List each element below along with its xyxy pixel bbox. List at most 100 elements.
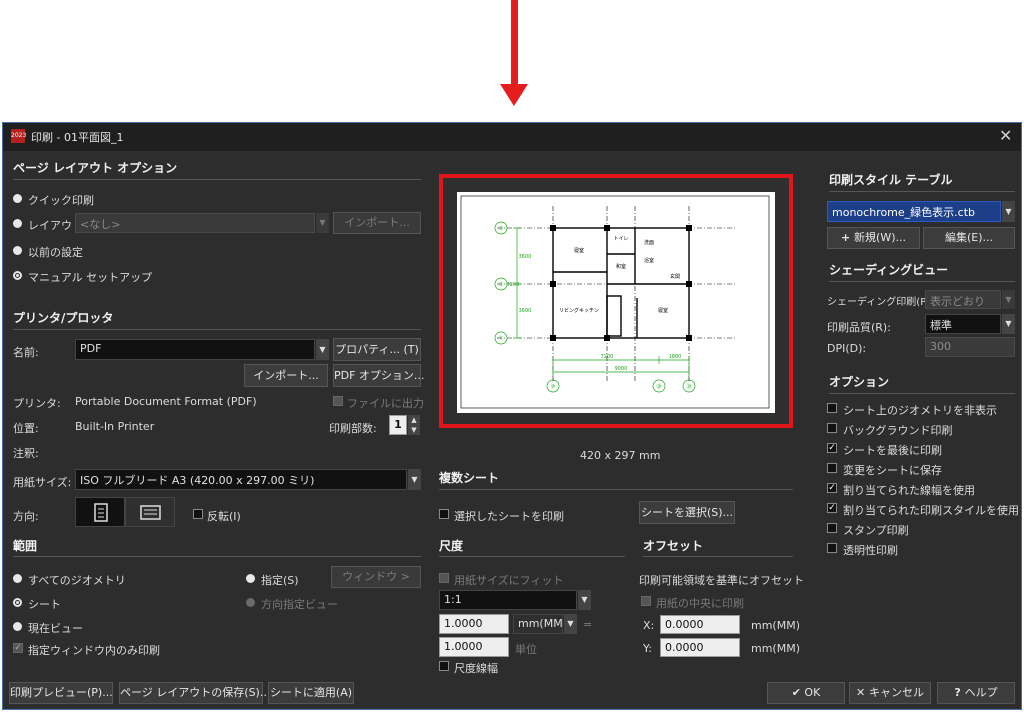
window-button[interactable]: ウィンドウ > [331, 566, 421, 588]
sheet-label: シート [28, 598, 61, 611]
all-geometry-radio[interactable] [13, 574, 22, 583]
chevron-down-icon[interactable]: ▼ [1001, 314, 1015, 334]
layout-import-button[interactable]: インポート... [333, 212, 421, 234]
previous-settings-radio[interactable] [13, 246, 22, 255]
separator [439, 556, 625, 557]
location-value: Built-In Printer [75, 420, 155, 433]
properties-button[interactable]: プロパティ... (T) [333, 338, 421, 361]
pdf-options-button[interactable]: PDF オプション... [333, 364, 424, 387]
fit-to-paper-checkbox[interactable] [439, 573, 449, 583]
option-checkbox[interactable]: ✓ [827, 503, 837, 513]
printer-label: プリンタ: [13, 397, 61, 410]
new-style-button[interactable]: + 新規(W)... [827, 227, 920, 249]
window-only-checkbox[interactable]: ✓ [13, 643, 23, 653]
scale-lineweight-checkbox[interactable] [439, 661, 449, 671]
center-on-paper-checkbox[interactable] [641, 596, 651, 606]
chevron-down-icon[interactable]: ▼ [1001, 201, 1015, 222]
title-bar: 2023 印刷 - 01平面図_1 ✕ [3, 123, 1021, 151]
chevron-down-icon[interactable]: ▼ [563, 614, 577, 634]
chevron-down-icon[interactable]: ▼ [1001, 290, 1015, 309]
print-preview-button[interactable]: 印刷プレビュー(P)... [9, 682, 113, 704]
check-icon: ✔ [791, 686, 805, 699]
chevron-down-icon[interactable]: ▼ [315, 213, 329, 233]
cancel-label: キャンセル [869, 686, 925, 699]
portrait-button[interactable] [75, 497, 125, 527]
print-selected-checkbox[interactable] [439, 509, 449, 519]
dimension-label: 3600 [519, 308, 532, 314]
save-layout-button[interactable]: ページ レイアウトの保存(S)... [119, 682, 270, 704]
specified-radio[interactable] [246, 574, 255, 583]
paper-size-select[interactable]: ISO フルブリード A3 (420.00 x 297.00 ミリ) [75, 469, 407, 490]
direction-view-radio[interactable] [246, 598, 255, 607]
select-sheets-button[interactable]: シートを選択(S)... [639, 501, 735, 524]
paper-dimensions: 420 x 297 mm [580, 449, 661, 462]
help-button[interactable]: ? ヘルプ [937, 682, 1015, 704]
option-checkbox[interactable]: ✓ [827, 483, 837, 493]
print-to-file-label: ファイルに出力 [347, 397, 424, 410]
edit-style-button[interactable]: 編集(E)... [923, 227, 1015, 249]
room-label: トイレ [613, 236, 628, 242]
plus-icon: + [841, 231, 855, 244]
location-label: 位置: [13, 422, 39, 435]
chevron-down-icon[interactable]: ▼ [577, 590, 591, 610]
dimension-label: 3600 [519, 254, 532, 260]
quick-print-radio[interactable] [13, 194, 22, 203]
option-checkbox[interactable] [827, 423, 837, 433]
chevron-down-icon[interactable]: ▼ [315, 339, 329, 360]
plot-style-select[interactable]: monochrome_緑色表示.ctb [827, 201, 1001, 222]
scale-select[interactable]: 1:1 [439, 590, 577, 610]
manual-setup-radio[interactable] [13, 271, 22, 280]
unit-value-input[interactable]: 1.0000 [439, 637, 509, 657]
option-checkbox[interactable] [827, 463, 837, 473]
printer-value: Portable Document Format (PDF) [75, 395, 257, 408]
separator [13, 329, 421, 330]
option-checkbox[interactable] [827, 403, 837, 413]
quality-label: 印刷品質(R): [827, 321, 891, 334]
portrait-icon [94, 503, 108, 522]
separator [829, 281, 1015, 282]
layout-radio[interactable] [13, 219, 22, 228]
orientation-label: 方向: [13, 510, 39, 523]
option-checkbox[interactable] [827, 523, 837, 533]
shaded-plot-select[interactable]: 表示どおり [925, 290, 1001, 309]
preview-paper: ⑬ ⑫ ⑪ ⑩ ⑳ ⑳ 7200 1800 9000 3600 7200 360… [457, 192, 775, 413]
copies-input[interactable]: 1 [389, 415, 407, 435]
printable-area-label: 印刷可能領域を基準にオフセット [639, 574, 804, 587]
offset-x-input[interactable]: 0.0000 [660, 615, 740, 634]
ok-button[interactable]: ✔ OK [767, 682, 845, 704]
separator [829, 191, 1015, 192]
layout-select[interactable]: <なし> [75, 213, 315, 233]
reverse-checkbox[interactable] [193, 509, 203, 519]
close-icon[interactable]: ✕ [999, 126, 1012, 145]
landscape-button[interactable] [125, 497, 175, 527]
separator [13, 556, 421, 557]
dpi-input[interactable]: 300 [925, 337, 1015, 357]
quality-select[interactable]: 標準 [925, 314, 1001, 334]
print-to-file-checkbox[interactable] [333, 396, 343, 406]
scale-value-input[interactable]: 1.0000 [439, 614, 509, 634]
room-label: 和室 [616, 263, 626, 270]
scale-lineweight-label: 尺度線幅 [454, 662, 498, 675]
apply-to-sheet-button[interactable]: シートに適用(A) [268, 682, 354, 704]
option-checkbox[interactable] [827, 543, 837, 553]
reverse-label: 反転(I) [207, 510, 241, 523]
window-only-label: 指定ウィンドウ内のみ印刷 [28, 644, 160, 657]
app-icon: 2023 [11, 129, 26, 143]
sheet-radio[interactable] [13, 598, 22, 607]
current-view-radio[interactable] [13, 622, 22, 631]
unit-label: 単位 [515, 643, 537, 656]
printer-import-button[interactable]: インポート... [244, 364, 328, 387]
copies-stepper[interactable]: ▲ ▼ [408, 415, 420, 435]
cancel-button[interactable]: ✕ キャンセル [849, 682, 931, 704]
grid-bubble-label: ⑪ [498, 335, 503, 342]
option-label: 変更をシートに保存 [843, 464, 942, 477]
chevron-down-icon[interactable]: ▼ [407, 469, 421, 490]
shaded-view-heading: シェーディングビュー [829, 263, 949, 277]
plot-style-heading: 印刷スタイル テーブル [829, 173, 953, 187]
unit-select[interactable]: mm(MM) [513, 614, 563, 634]
offset-y-input[interactable]: 0.0000 [660, 638, 740, 657]
option-checkbox[interactable]: ✓ [827, 443, 837, 453]
printer-name-select[interactable]: PDF [75, 339, 315, 360]
direction-view-label: 方向指定ビュー [261, 598, 338, 611]
separator [13, 179, 421, 180]
